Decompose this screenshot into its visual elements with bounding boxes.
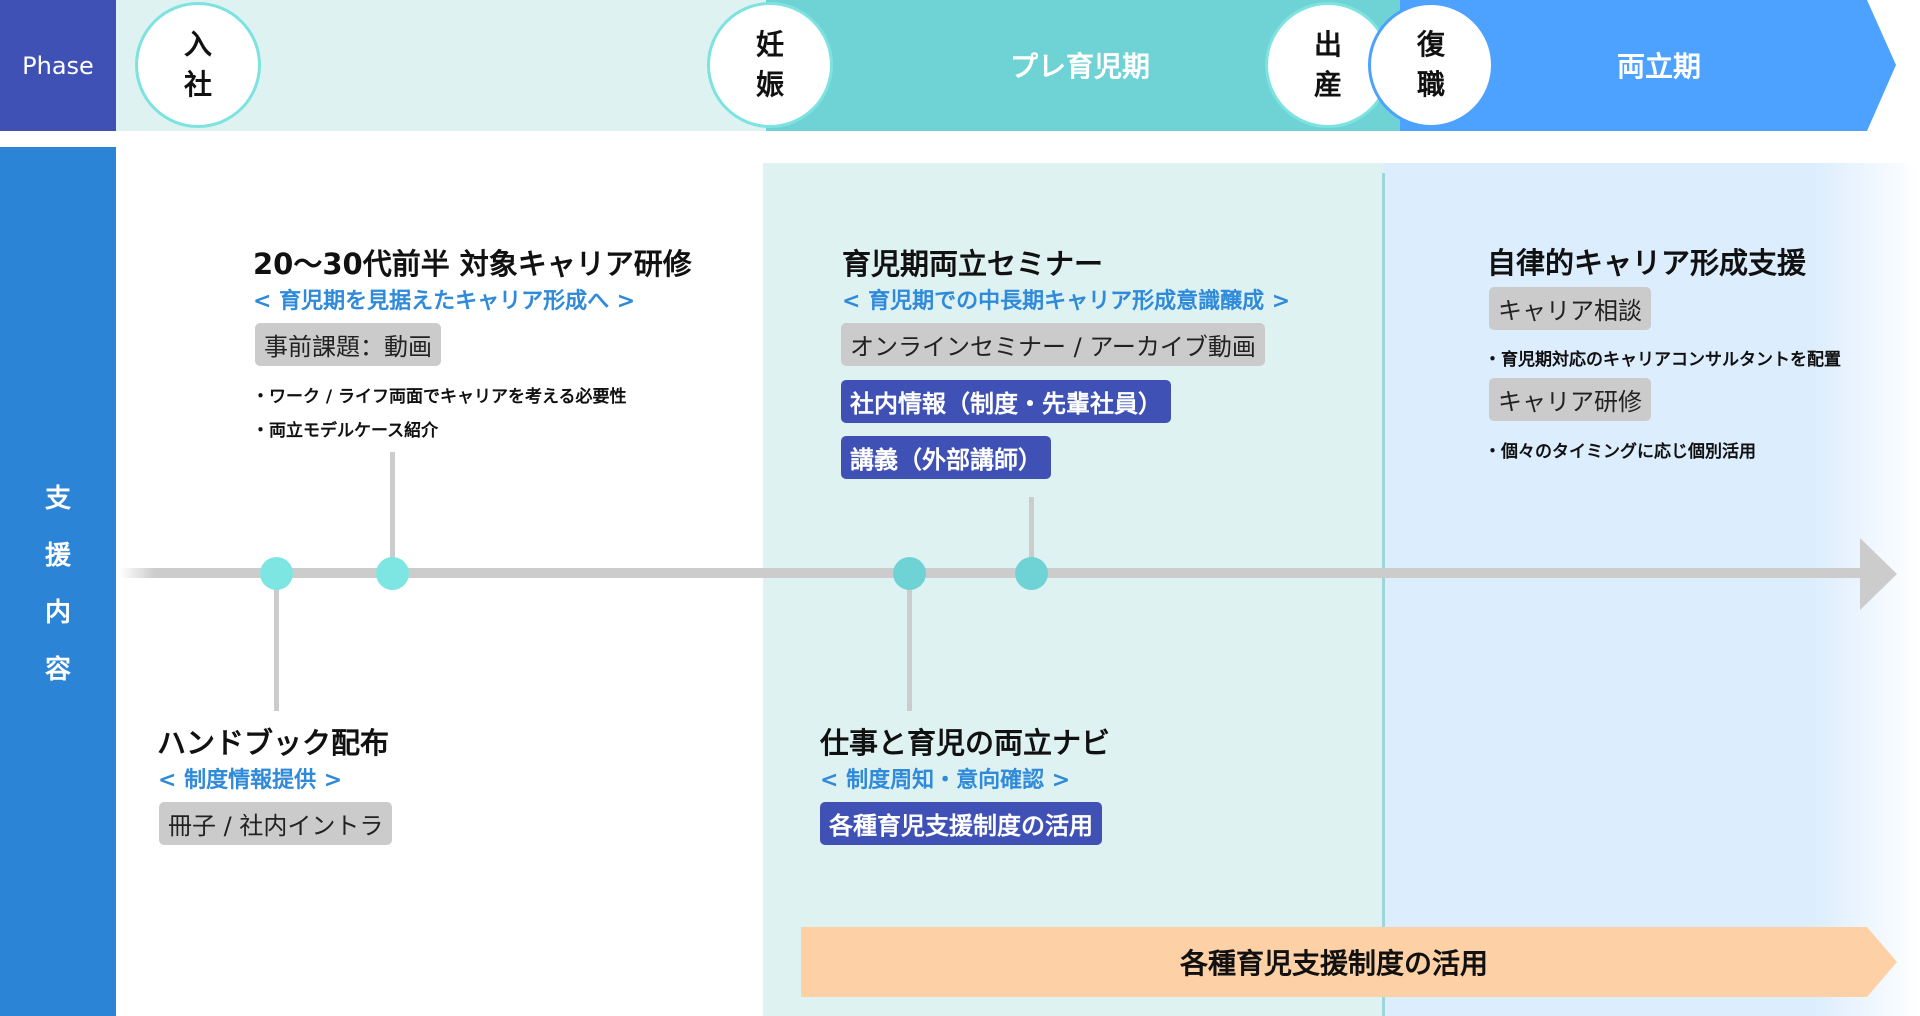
support-label-char: 容 bbox=[44, 654, 71, 685]
seminar-tag-lecture: 講義（外部講師） bbox=[841, 436, 1051, 479]
milestone-join: 入 社 bbox=[135, 2, 261, 128]
connector-handbook bbox=[274, 573, 279, 711]
autonomous-bullet: ・育児期対応のキャリアコンサルタントを配置 bbox=[1484, 350, 1841, 370]
milestone-char: 妊 bbox=[755, 28, 784, 61]
milestone-char: 社 bbox=[183, 68, 212, 101]
balance-region bbox=[1383, 163, 1920, 1016]
support-label-char: 支 bbox=[44, 483, 71, 514]
connector-navi bbox=[907, 573, 912, 711]
career-training-subtitle: < 育児期を見据えたキャリア形成へ > bbox=[253, 289, 636, 314]
milestone-return: 復 職 bbox=[1368, 2, 1494, 128]
navi-tag: 各種育児支援制度の活用 bbox=[820, 802, 1102, 845]
autonomous-title: 自律的キャリア形成支援 bbox=[1487, 246, 1807, 280]
handbook-title: ハンドブック配布 bbox=[157, 726, 390, 760]
support-label-char: 援 bbox=[44, 540, 71, 571]
career-training-tag: 事前課題：動画 bbox=[255, 323, 441, 366]
navi-subtitle: < 制度周知・意向確認 > bbox=[820, 768, 1071, 793]
phase-label: Phase bbox=[0, 0, 116, 131]
seminar-title: 育児期両立セミナー bbox=[842, 247, 1104, 281]
support-label-char: 内 bbox=[44, 597, 71, 628]
milestone-char: 入 bbox=[183, 28, 212, 61]
milestone-char: 復 bbox=[1416, 28, 1445, 61]
autonomous-tag-consult: キャリア相談 bbox=[1489, 287, 1651, 330]
timeline-arrow-head bbox=[1860, 538, 1897, 610]
milestone-char: 娠 bbox=[755, 68, 784, 101]
navi-title: 仕事と育児の両立ナビ bbox=[820, 726, 1111, 760]
phase-balance-label: 両立期 bbox=[1617, 50, 1702, 83]
career-training-title: 20～30代前半 対象キャリア研修 bbox=[253, 247, 692, 281]
handbook-subtitle: < 制度情報提供 > bbox=[158, 768, 343, 793]
career-training-bullet: ・両立モデルケース紹介 bbox=[252, 421, 439, 441]
seminar-tag-online: オンラインセミナー / アーカイブ動画 bbox=[841, 323, 1265, 366]
timeline-dot-handbook bbox=[260, 557, 293, 590]
milestone-char: 産 bbox=[1313, 68, 1342, 101]
phase-pre-childcare-label: プレ育児期 bbox=[1010, 50, 1151, 83]
autonomous-bullet: ・個々のタイミングに応じ個別活用 bbox=[1484, 442, 1756, 462]
milestone-pregnancy: 妊 娠 bbox=[707, 2, 833, 128]
timeline-dot-navi bbox=[893, 557, 926, 590]
support-content-label: 支 援 内 容 bbox=[0, 147, 116, 1016]
timeline-dot-career-training bbox=[376, 557, 409, 590]
seminar-tag-internal-info: 社内情報（制度・先輩社員） bbox=[841, 380, 1171, 423]
handbook-tag: 冊子 / 社内イントラ bbox=[159, 802, 393, 845]
autonomous-tag-training: キャリア研修 bbox=[1489, 378, 1651, 421]
milestone-char: 職 bbox=[1416, 68, 1445, 101]
connector-career-training bbox=[390, 452, 395, 573]
region-divider bbox=[1382, 173, 1385, 1016]
career-training-bullet: ・ワーク / ライフ両面でキャリアを考える必要性 bbox=[252, 387, 627, 407]
timeline-dot-seminar bbox=[1015, 557, 1048, 590]
support-band-label: 各種育児支援制度の活用 bbox=[1179, 947, 1488, 980]
milestone-char: 出 bbox=[1313, 28, 1342, 61]
seminar-subtitle: < 育児期での中長期キャリア形成意識醸成 > bbox=[842, 289, 1291, 314]
